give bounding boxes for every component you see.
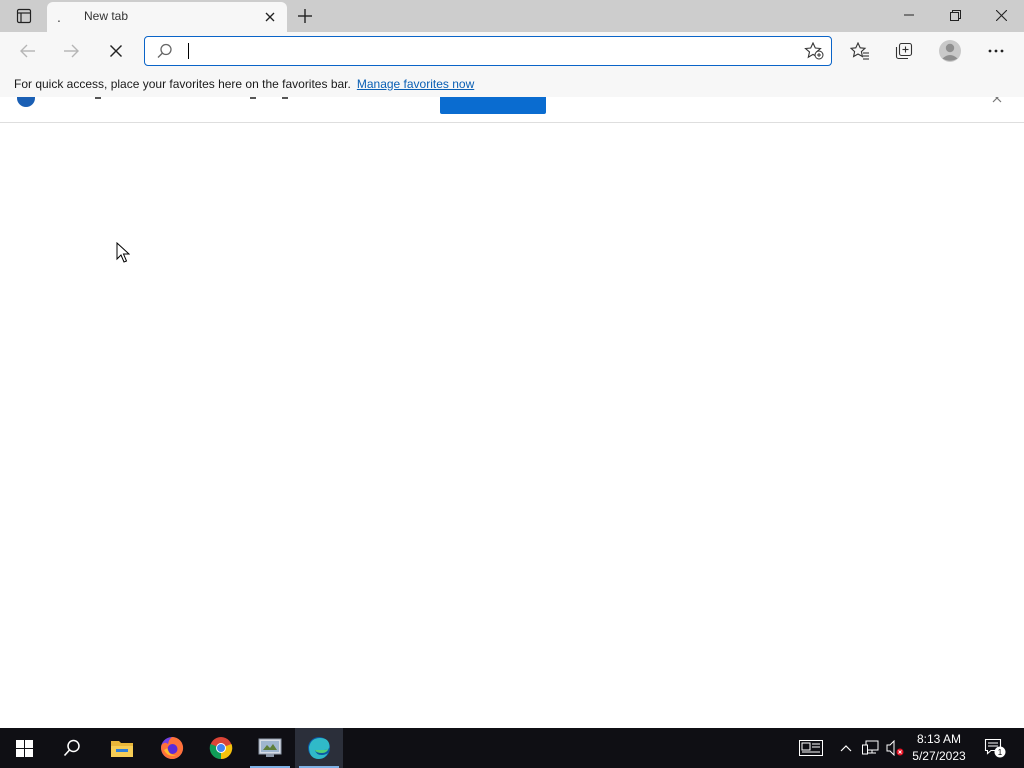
taskbar-firefox[interactable] xyxy=(148,728,196,768)
collections-icon xyxy=(895,42,913,60)
volume-muted-icon xyxy=(886,740,904,756)
info-bar xyxy=(0,97,1024,123)
plus-icon xyxy=(298,9,312,23)
search-icon xyxy=(157,43,173,62)
tab-actions-icon xyxy=(16,8,32,24)
info-bar-text-fragment xyxy=(95,97,101,99)
minimize-button[interactable] xyxy=(886,0,932,30)
tab-title: New tab xyxy=(84,9,129,23)
forward-arrow-icon xyxy=(64,44,79,58)
restore-button[interactable] xyxy=(932,0,978,30)
tab-actions-button[interactable] xyxy=(10,4,38,28)
forward-button[interactable] xyxy=(56,36,86,66)
chrome-icon xyxy=(209,737,233,760)
clock-date: 5/27/2023 xyxy=(912,749,966,763)
title-bar: . New tab xyxy=(0,0,1024,32)
page-content[interactable] xyxy=(0,124,1024,728)
new-tab-button[interactable] xyxy=(292,4,318,28)
tab-favicon: . xyxy=(57,9,61,25)
edge-icon xyxy=(308,737,330,759)
clock-time: 8:13 AM xyxy=(916,732,962,746)
notification-count: 1 xyxy=(998,748,1003,757)
taskbar-chrome[interactable] xyxy=(197,728,245,768)
network-icon xyxy=(862,740,879,755)
control-panel-icon xyxy=(258,738,282,757)
news-widget-button[interactable] xyxy=(796,728,826,768)
add-favorite-button[interactable] xyxy=(803,41,825,61)
text-caret xyxy=(188,43,189,59)
back-arrow-icon xyxy=(20,44,35,58)
start-icon xyxy=(15,739,33,757)
taskbar-file-explorer[interactable] xyxy=(98,728,146,768)
taskbar-search-button[interactable] xyxy=(48,728,96,768)
address-bar[interactable] xyxy=(144,36,832,66)
taskbar-control-panel[interactable] xyxy=(246,728,294,768)
mouse-cursor-icon xyxy=(116,242,130,263)
show-hidden-icons-button[interactable] xyxy=(836,728,856,768)
favorites-bar: For quick access, place your favorites h… xyxy=(0,70,1024,97)
favorites-bar-message: For quick access, place your favorites h… xyxy=(14,76,351,91)
profile-icon xyxy=(939,40,961,62)
address-input[interactable] xyxy=(185,41,785,61)
collections-button[interactable] xyxy=(889,36,919,66)
info-bar-action-button[interactable] xyxy=(440,97,546,114)
action-center-button[interactable]: 1 xyxy=(980,728,1010,768)
firefox-icon xyxy=(161,736,184,759)
favorites-button[interactable] xyxy=(845,36,875,66)
info-bar-logo-icon xyxy=(17,97,35,107)
favorites-icon xyxy=(850,42,869,60)
info-bar-text-fragment xyxy=(282,97,288,99)
network-button[interactable] xyxy=(860,728,882,768)
more-menu-button[interactable] xyxy=(981,36,1011,66)
stop-icon xyxy=(110,45,122,57)
tab-new-tab[interactable]: . New tab xyxy=(47,2,287,32)
file-explorer-icon xyxy=(111,741,133,757)
info-bar-text-fragment xyxy=(250,97,256,99)
restore-icon xyxy=(949,9,961,21)
manage-favorites-link[interactable]: Manage favorites now xyxy=(357,77,474,91)
start-button[interactable] xyxy=(0,728,48,768)
more-icon xyxy=(988,49,1004,53)
volume-button[interactable] xyxy=(884,728,906,768)
close-icon xyxy=(995,9,1007,21)
info-bar-dismiss-icon[interactable] xyxy=(992,97,1002,106)
taskbar-edge[interactable] xyxy=(295,728,343,768)
close-tab-button[interactable] xyxy=(261,8,279,26)
stop-loading-button[interactable] xyxy=(101,36,131,66)
taskbar: 8:13 AM 5/27/2023 1 xyxy=(0,728,1024,768)
close-icon xyxy=(265,12,275,22)
notification-icon: 1 xyxy=(984,738,1006,758)
back-button[interactable] xyxy=(13,36,43,66)
close-window-button[interactable] xyxy=(978,0,1024,30)
star-add-icon xyxy=(804,42,824,60)
news-icon xyxy=(799,740,823,756)
search-icon xyxy=(63,739,80,757)
taskbar-clock[interactable]: 8:13 AM 5/27/2023 xyxy=(906,731,972,765)
browser-toolbar xyxy=(0,32,1024,70)
minimize-icon xyxy=(904,14,914,16)
chevron-up-icon xyxy=(840,745,852,752)
profile-button[interactable] xyxy=(935,36,965,66)
